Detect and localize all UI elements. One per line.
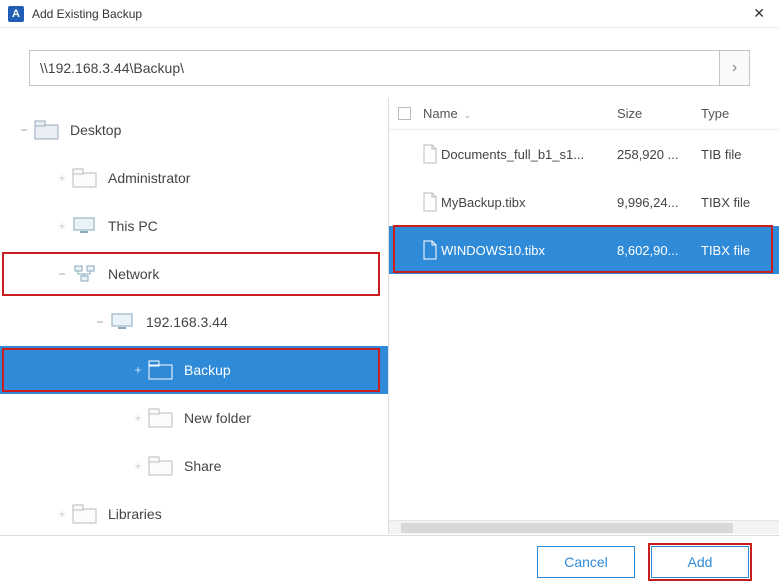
expand-icon[interactable]: + (132, 411, 144, 425)
window-title: Add Existing Backup (32, 7, 747, 21)
tree-desktop[interactable]: − Desktop (0, 106, 388, 154)
select-all-checkbox[interactable] (389, 107, 419, 120)
file-scrollbar[interactable] (389, 520, 779, 534)
tree-administrator[interactable]: + Administrator (0, 154, 388, 202)
path-input[interactable] (29, 50, 720, 86)
folder-open-icon (148, 359, 174, 381)
file-type: TIB file (701, 147, 779, 162)
folder-icon (34, 119, 60, 141)
file-type: TIBX file (701, 243, 779, 258)
file-icon (419, 192, 441, 212)
tree-label: 192.168.3.44 (146, 314, 228, 330)
network-icon (72, 263, 98, 285)
tree-new-folder[interactable]: + New folder (0, 394, 388, 442)
path-bar: › (29, 50, 750, 86)
chevron-right-icon: › (732, 59, 737, 77)
file-name: WINDOWS10.tibx (441, 243, 617, 258)
tree-label: Libraries (108, 506, 162, 522)
collapse-icon[interactable]: − (56, 267, 68, 281)
tree-label: Backup (184, 362, 231, 378)
expand-icon[interactable]: + (132, 459, 144, 473)
sort-indicator-icon: ⌄ (464, 110, 472, 120)
expand-icon[interactable]: + (132, 363, 144, 377)
file-size: 258,920 ... (617, 147, 701, 162)
folder-icon (72, 167, 98, 189)
tree-label: This PC (108, 218, 158, 234)
tree-label: New folder (184, 410, 251, 426)
libraries-icon (72, 503, 98, 525)
file-size: 9,996,24... (617, 195, 701, 210)
title-bar: A Add Existing Backup ✕ (0, 0, 779, 28)
cancel-button[interactable]: Cancel (537, 546, 635, 578)
file-icon (419, 144, 441, 164)
file-name: MyBackup.tibx (441, 195, 617, 210)
folder-icon (148, 407, 174, 429)
tree-backup[interactable]: + Backup (0, 346, 388, 394)
tree-label: Desktop (70, 122, 121, 138)
collapse-icon[interactable]: − (94, 315, 106, 329)
monitor-icon (72, 215, 98, 237)
tree-label: Network (108, 266, 159, 282)
file-row[interactable]: Documents_full_b1_s1...258,920 ...TIB fi… (389, 130, 779, 178)
column-size[interactable]: Size (617, 106, 701, 121)
path-go-button[interactable]: › (720, 50, 750, 86)
monitor-icon (110, 311, 136, 333)
file-type: TIBX file (701, 195, 779, 210)
expand-icon[interactable]: + (56, 219, 68, 233)
file-name: Documents_full_b1_s1... (441, 147, 617, 162)
tree-label: Share (184, 458, 221, 474)
dialog-footer: Cancel Add (0, 535, 779, 587)
file-row[interactable]: MyBackup.tibx9,996,24...TIBX file (389, 178, 779, 226)
file-list: Name⌄ Size Type Documents_full_b1_s1...2… (388, 98, 779, 534)
column-name[interactable]: Name⌄ (419, 106, 617, 121)
file-list-header: Name⌄ Size Type (389, 98, 779, 130)
folder-tree[interactable]: − Desktop + Administrator + This PC − (0, 98, 388, 534)
close-icon[interactable]: ✕ (747, 3, 771, 24)
expand-icon[interactable]: + (56, 171, 68, 185)
tree-share[interactable]: + Share (0, 442, 388, 490)
tree-network[interactable]: − Network (0, 250, 388, 298)
tree-label: Administrator (108, 170, 190, 186)
column-type[interactable]: Type (701, 106, 779, 121)
file-row[interactable]: WINDOWS10.tibx8,602,90...TIBX file (389, 226, 779, 274)
add-button[interactable]: Add (651, 546, 749, 578)
app-icon: A (8, 6, 24, 22)
file-icon (419, 240, 441, 260)
tree-this-pc[interactable]: + This PC (0, 202, 388, 250)
tree-libraries[interactable]: + Libraries (0, 490, 388, 534)
file-size: 8,602,90... (617, 243, 701, 258)
main-area: − Desktop + Administrator + This PC − (0, 98, 779, 534)
collapse-icon[interactable]: − (18, 123, 30, 137)
folder-icon (148, 455, 174, 477)
tree-host[interactable]: − 192.168.3.44 (0, 298, 388, 346)
expand-icon[interactable]: + (56, 507, 68, 521)
